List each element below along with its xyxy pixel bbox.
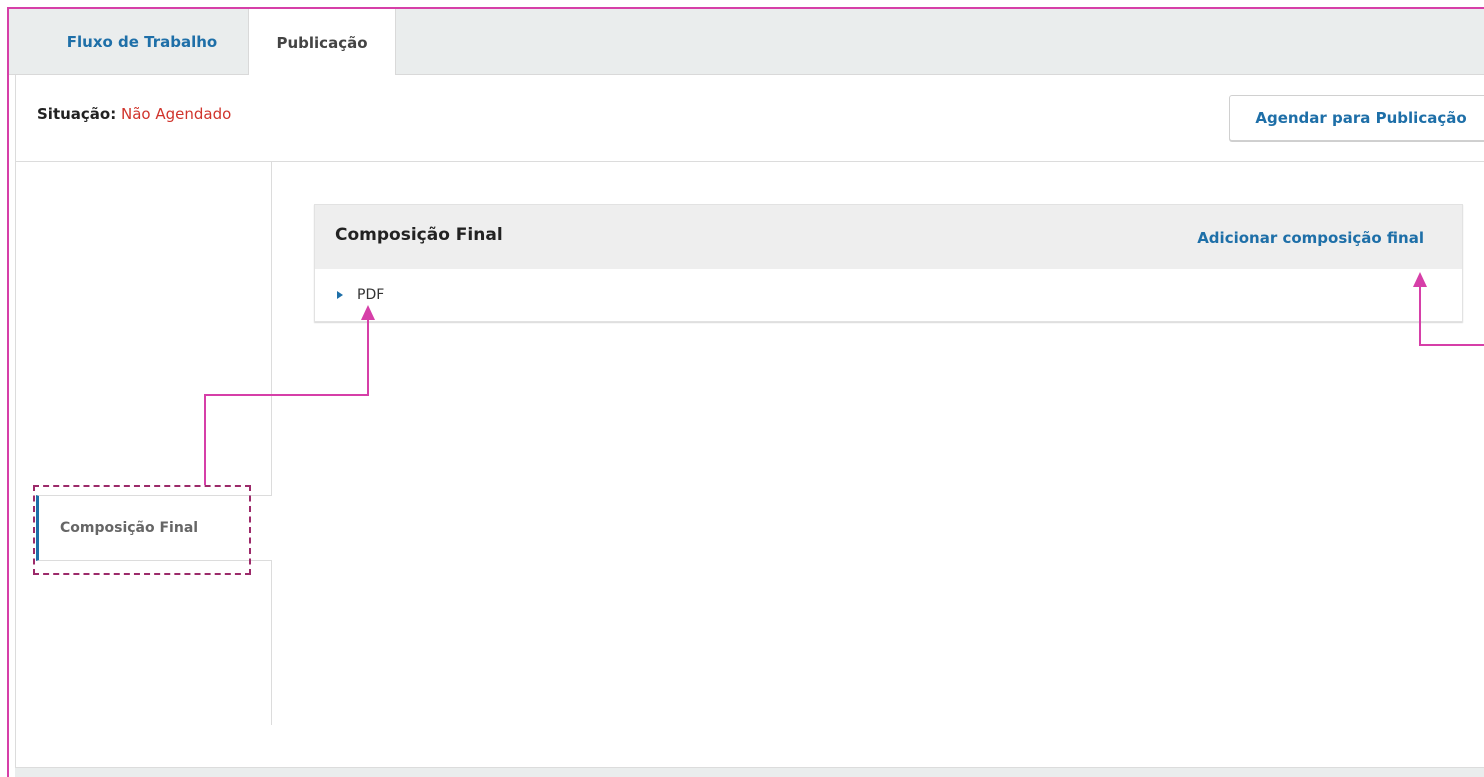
schedule-for-publication-button[interactable]: Agendar para Publicação: [1229, 95, 1484, 141]
galley-row[interactable]: PDF: [315, 269, 1462, 321]
status-value: Não Agendado: [121, 105, 232, 123]
galley-label: PDF: [357, 287, 385, 303]
add-galley-link[interactable]: Adicionar composição final: [1197, 229, 1424, 247]
galleys-panel: Composição Final Adicionar composição fi…: [314, 204, 1463, 322]
triangle-right-icon[interactable]: [337, 291, 343, 299]
publication-status-bar: Situação: Não Agendado Agendar para Publ…: [15, 75, 1484, 162]
tab-workflow[interactable]: Fluxo de Trabalho: [47, 9, 237, 75]
footer-strip: [15, 767, 1484, 777]
annotation-highlight-box: [33, 485, 251, 575]
status-label: Situação:: [37, 105, 117, 123]
tab-publication[interactable]: Publicação: [248, 9, 396, 76]
content-border: [15, 162, 16, 767]
tab-bar: Fluxo de Trabalho Publicação: [9, 9, 1484, 76]
galleys-panel-header: Composição Final Adicionar composição fi…: [315, 205, 1462, 269]
publication-status: Situação: Não Agendado: [37, 105, 231, 123]
sidebar-divider: [271, 162, 272, 725]
galleys-panel-title: Composição Final: [335, 225, 503, 245]
